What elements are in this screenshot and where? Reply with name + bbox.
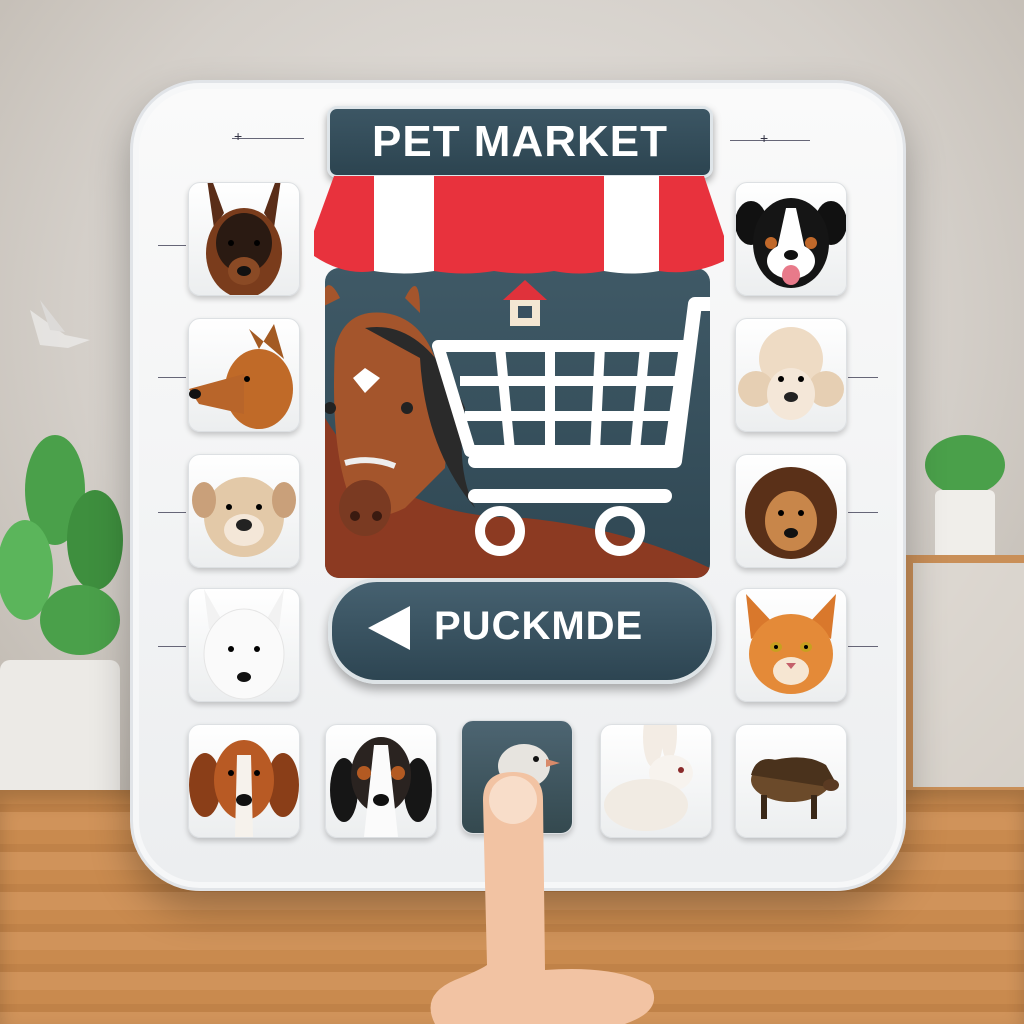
german-shepherd-icon [206,183,282,295]
pet-tile-boar[interactable] [735,724,847,838]
tick-mark [158,646,186,647]
plant-decoration-icon [925,435,1005,560]
boar-icon [751,757,839,819]
app-title: PET MARKET [372,117,668,166]
bernese-dog-icon [736,198,846,288]
action-button-label: PUCKMDE [434,604,644,648]
pet-tile-poodle[interactable] [735,318,847,432]
lion-dog-icon [745,467,837,559]
action-button[interactable]: PUCKMDE [328,578,716,684]
pointing-finger [430,772,655,1024]
pet-tile-brown-dog[interactable] [188,318,300,432]
tick-mark [848,512,878,513]
pet-tile-bulldog[interactable] [188,454,300,568]
tick-mark [848,646,878,647]
brown-dog-icon [189,324,293,429]
beagle-dog-icon [330,737,432,837]
pet-tile-hound[interactable] [188,724,300,838]
tick-mark [730,140,810,141]
bulldog-icon [192,477,296,557]
storefront[interactable] [325,268,710,578]
pet-tile-german-shepherd[interactable] [188,182,300,296]
poodle-dog-icon [738,327,844,420]
pet-tile-orange-cat[interactable] [735,588,847,702]
pet-tile-white-dog[interactable] [188,588,300,702]
hound-dog-icon [189,740,299,837]
bird-decoration-icon [30,300,90,348]
tick-mark [848,377,878,378]
app-title-plate: PET MARKET [327,106,713,178]
pet-tile-beagle[interactable] [325,724,437,838]
tick-mark [158,512,186,513]
white-dog-icon [203,589,285,700]
tick-mark [158,245,186,246]
plus-mark: + [760,130,769,146]
plus-mark: + [234,128,243,144]
tick-mark [158,377,186,378]
pet-tile-lion-dog[interactable] [735,454,847,568]
pet-tile-bernese[interactable] [735,182,847,296]
shelf-decoration [905,555,1024,795]
awning [314,176,724,274]
orange-cat-icon [746,594,836,694]
shopping-cart-icon [432,297,710,556]
tick-mark [232,138,304,139]
plant-decoration-icon [0,435,123,800]
play-left-triangle-icon [368,606,410,650]
